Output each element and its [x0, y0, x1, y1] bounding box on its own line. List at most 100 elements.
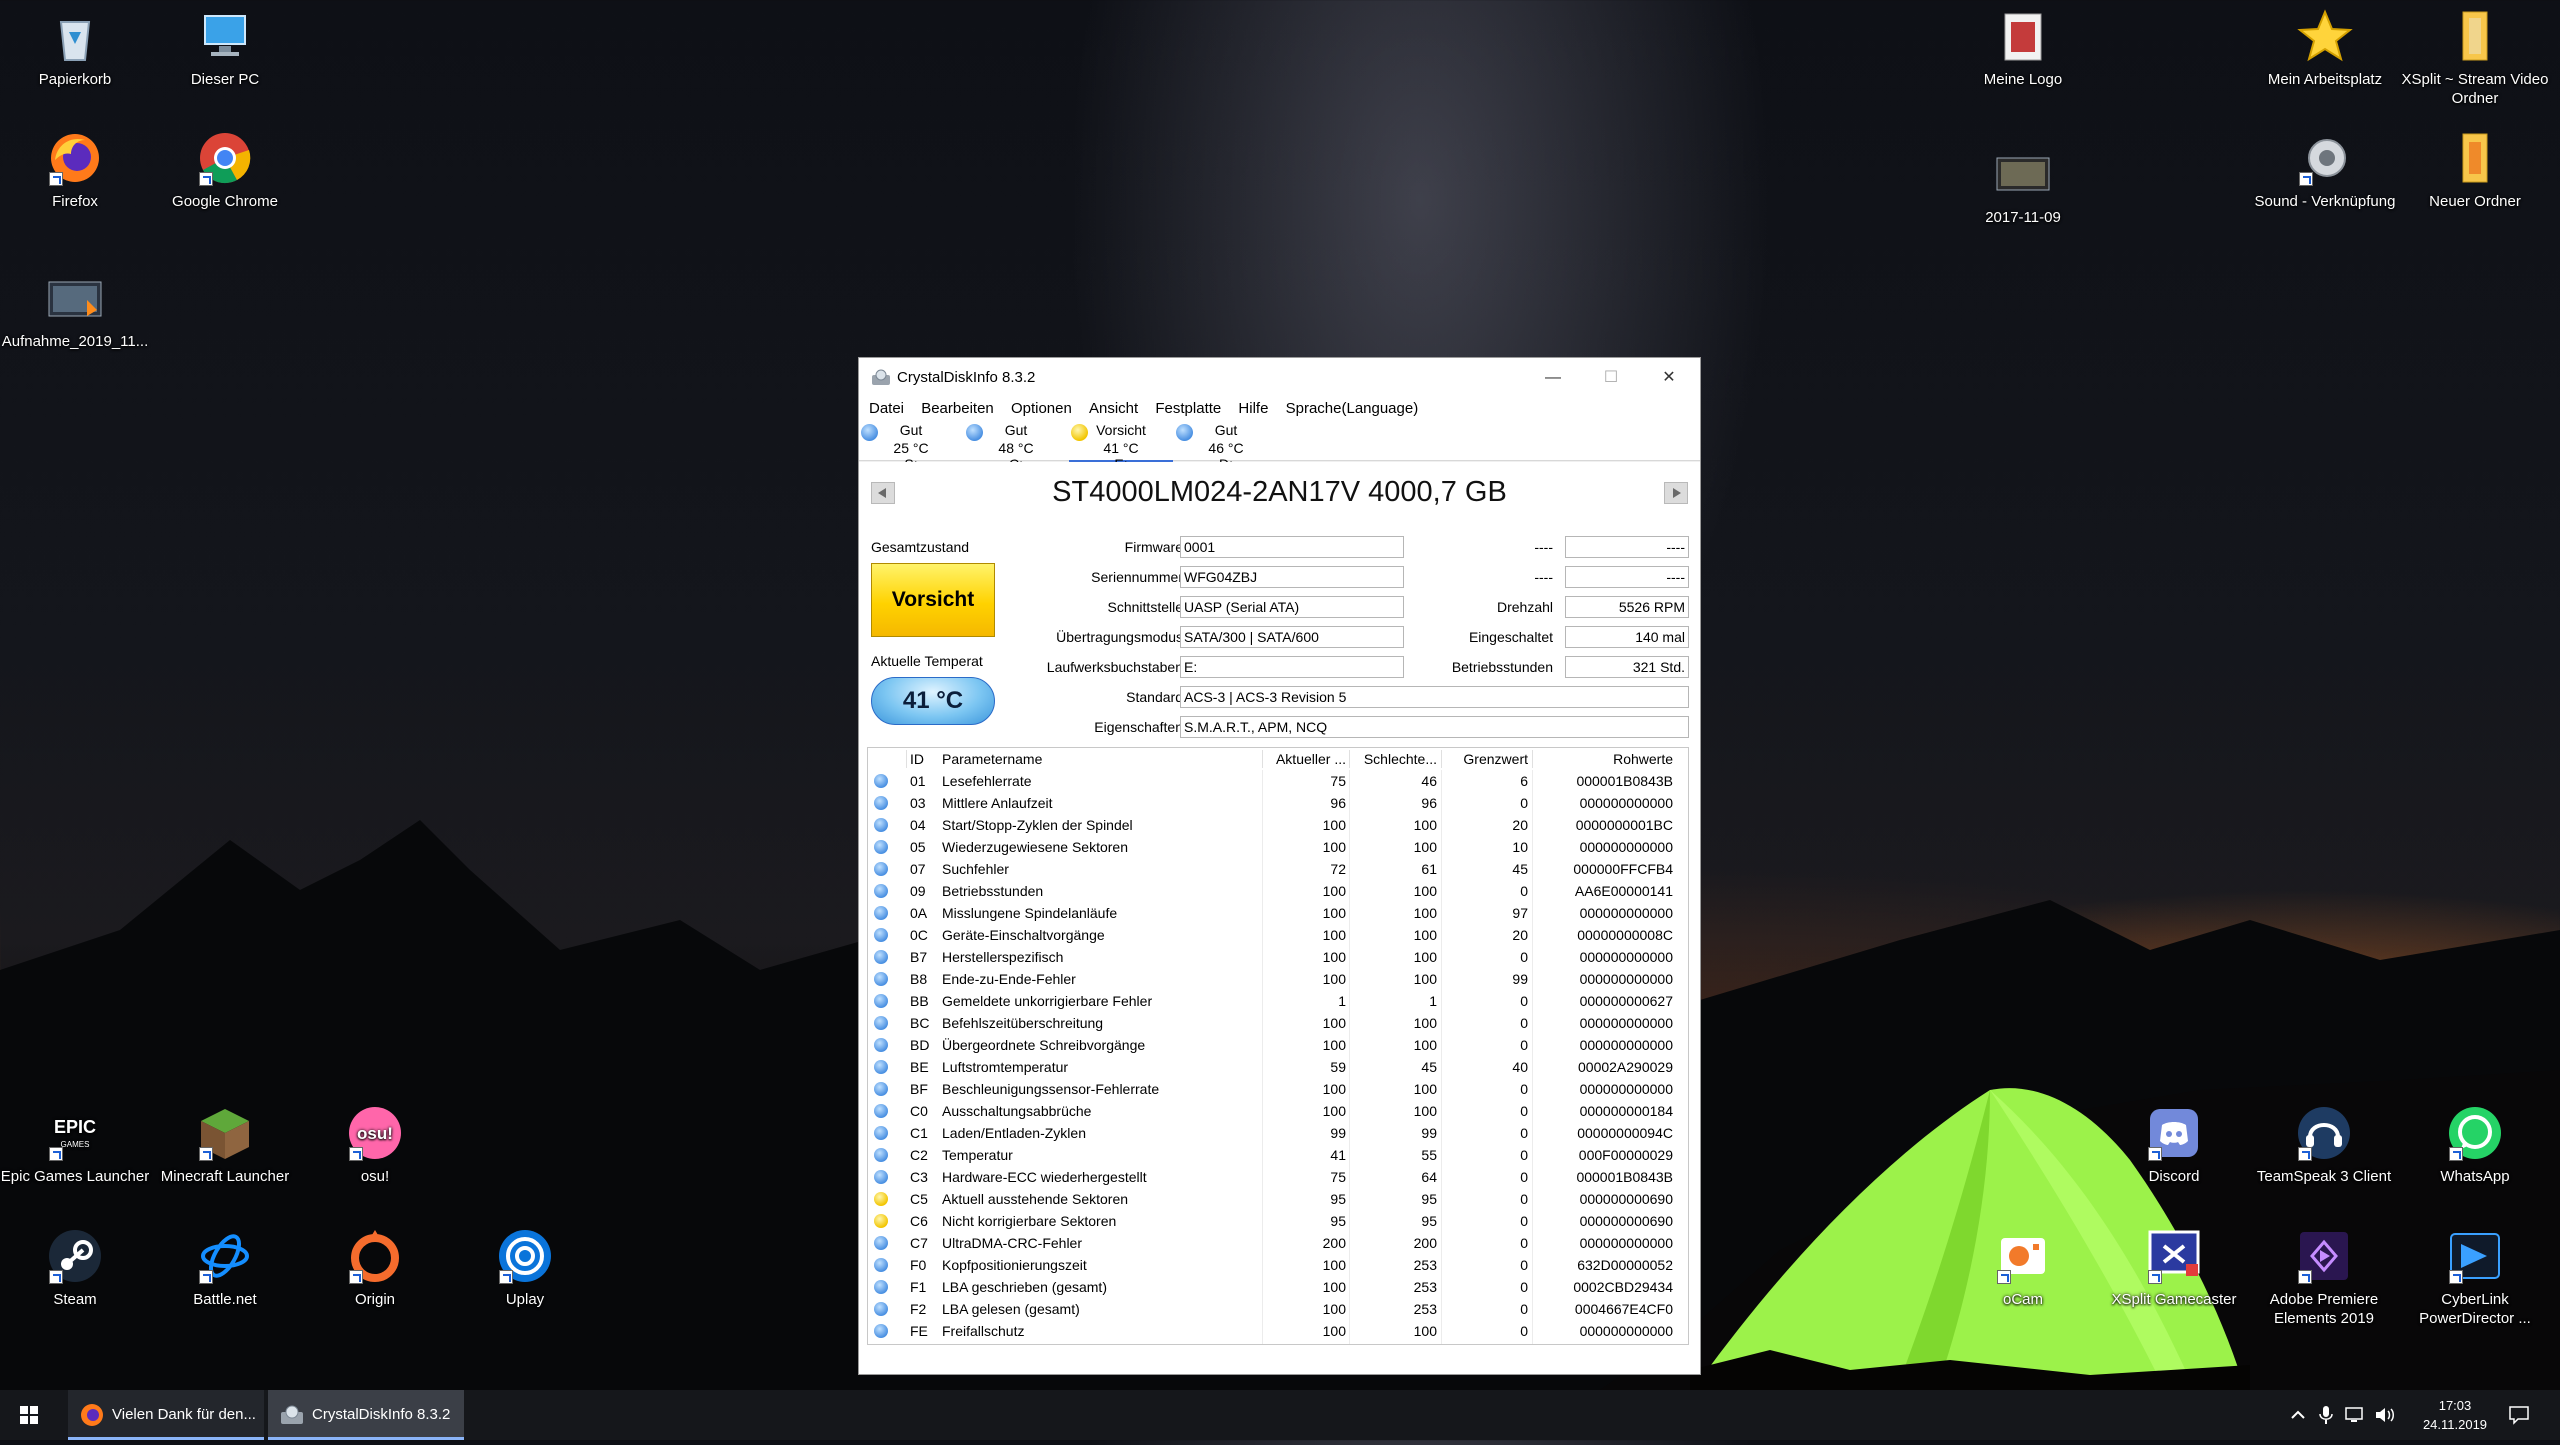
attribute-status-dot — [874, 818, 888, 832]
drive-tab-e[interactable]: Vorsicht 41 °C E: — [1069, 420, 1173, 472]
table-row[interactable]: FE Freifallschutz 100 100 0 000000000000 — [868, 1320, 1688, 1342]
smart-rows-body: 01 Lesefehlerrate 75 46 6 000001B0843B 03 Mittl… — [868, 770, 1688, 1342]
table-row[interactable]: C5 Aktuell ausstehende Sektoren 95 95 0 00000… — [868, 1188, 1688, 1210]
table-row[interactable]: C0 Ausschaltungsabbrüche 100 100 0 0000000001… — [868, 1100, 1688, 1122]
header-threshold[interactable]: Grenzwert — [1446, 748, 1528, 770]
table-row[interactable]: C2 Temperatur 41 55 0 000F00000029 — [868, 1144, 1688, 1166]
attribute-name: Suchfehler — [942, 861, 1009, 877]
table-row[interactable]: BC Befehlszeitüberschreitung 100 100 0 000000… — [868, 1012, 1688, 1034]
table-row[interactable]: 05 Wiederzugewiesene Sektoren 100 100 10 0000… — [868, 836, 1688, 858]
next-disk-button[interactable] — [1664, 482, 1688, 504]
desktop-icon-steam[interactable]: Steam — [0, 1228, 150, 1309]
transfer-mode-label: Übertragungsmodus — [1056, 629, 1183, 645]
table-row[interactable]: F1 LBA geschrieben (gesamt) 100 253 0 0002CBD… — [868, 1276, 1688, 1298]
header-id[interactable]: ID — [910, 748, 940, 770]
attribute-status-dot — [874, 994, 888, 1008]
menu-optionen[interactable]: Optionen — [1011, 398, 1072, 420]
table-row[interactable]: 01 Lesefehlerrate 75 46 6 000001B0843B — [868, 770, 1688, 792]
desktop-icon-premiere-elements[interactable]: Adobe Premiere Elements 2019 — [2249, 1228, 2399, 1328]
power-on-count-field: 140 mal — [1565, 626, 1689, 648]
table-row[interactable]: BD Übergeordnete Schreibvorgänge 100 100 0 00… — [868, 1034, 1688, 1056]
action-center-button[interactable] — [2508, 1404, 2530, 1429]
desktop-icon-new-folder[interactable]: Neuer Ordner — [2400, 130, 2550, 211]
table-row[interactable]: 03 Mittlere Anlaufzeit 96 96 0 000000000000 — [868, 792, 1688, 814]
header-parameter-name[interactable]: Parametername — [942, 748, 1262, 770]
desktop-icon-this-pc[interactable]: Dieser PC — [150, 8, 300, 89]
minimize-button[interactable]: — — [1524, 358, 1582, 398]
temperature-badge[interactable]: 41 °C — [871, 677, 995, 725]
table-row[interactable]: B8 Ende-zu-Ende-Fehler 100 100 99 00000000000… — [868, 968, 1688, 990]
volume-tray[interactable] — [2374, 1405, 2396, 1428]
taskbar-firefox-task[interactable]: Vielen Dank für den... — [68, 1390, 264, 1440]
taskbar-crystaldiskinfo-task[interactable]: CrystalDiskInfo 8.3.2 — [268, 1390, 464, 1440]
desktop-icon-discord[interactable]: Discord — [2099, 1105, 2249, 1186]
table-row[interactable]: 09 Betriebsstunden 100 100 0 AA6E00000141 — [868, 880, 1688, 902]
table-row[interactable]: C1 Laden/Entladen-Zyklen 99 99 0 00000000094C — [868, 1122, 1688, 1144]
table-row[interactable]: C3 Hardware-ECC wiederhergestellt 75 64 0 000… — [868, 1166, 1688, 1188]
header-worst[interactable]: Schlechte... — [1353, 748, 1437, 770]
desktop-icon-origin[interactable]: Origin — [300, 1228, 450, 1309]
desktop-icon-recycle-bin[interactable]: Papierkorb — [0, 8, 150, 89]
menu-hilfe[interactable]: Hilfe — [1238, 398, 1268, 420]
table-row[interactable]: BE Luftstromtemperatur 59 45 40 00002A290029 — [868, 1056, 1688, 1078]
desktop-icon-epic-games[interactable]: EPIC GAMES Epic Games Launcher — [0, 1105, 150, 1186]
table-row[interactable]: 0A Misslungene Spindelanläufe 100 100 97 0000… — [868, 902, 1688, 924]
drive-tab-c[interactable]: Gut 48 °C C: — [964, 420, 1068, 472]
attribute-worst: 99 — [1421, 1125, 1437, 1141]
table-row[interactable]: F2 LBA gelesen (gesamt) 100 253 0 0004667E4CF… — [868, 1298, 1688, 1320]
menu-sprache[interactable]: Sprache(Language) — [1286, 398, 1419, 420]
desktop-icon-xsplit-folder[interactable]: XSplit ~ Stream Video Ordner — [2400, 8, 2550, 108]
drive-tab-d[interactable]: Gut 46 °C D: — [1174, 420, 1278, 472]
menu-datei[interactable]: Datei — [869, 398, 904, 420]
desktop-icon-cyberlink[interactable]: CyberLink PowerDirector ... — [2400, 1228, 2550, 1328]
health-status-badge[interactable]: Vorsicht — [871, 563, 995, 637]
desktop-icon-ocam[interactable]: oCam — [1948, 1228, 2098, 1309]
attribute-id: BF — [910, 1081, 928, 1097]
table-row[interactable]: 07 Suchfehler 72 61 45 000000FFCFB4 — [868, 858, 1688, 880]
desktop-icon-firefox[interactable]: Firefox — [0, 130, 150, 211]
table-row[interactable]: F0 Kopfpositionierungszeit 100 253 0 632D0000… — [868, 1254, 1688, 1276]
desktop-icon-sound[interactable]: Sound - Verknüpfung — [2250, 130, 2400, 211]
network-tray[interactable] — [2344, 1405, 2364, 1428]
table-row[interactable]: 04 Start/Stopp-Zyklen der Spindel 100 100 20… — [868, 814, 1688, 836]
desktop-icon-recording[interactable]: Aufnahme_2019_11... — [0, 270, 150, 351]
title-bar[interactable]: CrystalDiskInfo 8.3.2 — ☐ ✕ — [859, 358, 1700, 398]
attribute-threshold: 0 — [1520, 949, 1528, 965]
clock[interactable]: 17:03 24.11.2019 — [2420, 1396, 2490, 1434]
table-row[interactable]: B7 Herstellerspezifisch 100 100 0 00000000000… — [868, 946, 1688, 968]
show-hidden-icons-chevron[interactable] — [2288, 1407, 2308, 1423]
maximize-button[interactable]: ☐ — [1582, 358, 1640, 398]
header-current[interactable]: Aktueller ... — [1266, 748, 1346, 770]
table-row[interactable]: C6 Nicht korrigierbare Sektoren 95 95 0 00000… — [868, 1210, 1688, 1232]
menu-festplatte[interactable]: Festplatte — [1155, 398, 1221, 420]
table-row[interactable]: BB Gemeldete unkorrigierbare Fehler 1 1 0 000… — [868, 990, 1688, 1012]
drive-tab-s[interactable]: Gut 25 °C S: — [859, 420, 963, 472]
desktop-icon-teamspeak[interactable]: TeamSpeak 3 Client — [2249, 1105, 2399, 1186]
header-raw-values[interactable]: Rohwerte — [1536, 748, 1673, 770]
desktop-icon-osu[interactable]: osu! osu! — [300, 1105, 450, 1186]
smart-attributes-table[interactable]: ID Parametername Aktueller ... Schlechte… — [867, 747, 1689, 1345]
desktop-icon-label: Origin — [354, 1291, 395, 1308]
menu-ansicht[interactable]: Ansicht — [1089, 398, 1138, 420]
teamspeak-icon — [2296, 1105, 2352, 1161]
desktop-icon-meine-logo[interactable]: Meine Logo — [1948, 8, 2098, 89]
attribute-name: Laden/Entladen-Zyklen — [942, 1125, 1086, 1141]
close-button[interactable]: ✕ — [1640, 358, 1698, 398]
desktop-icon-chrome[interactable]: Google Chrome — [150, 130, 300, 211]
table-row[interactable]: C7 UltraDMA-CRC-Fehler 200 200 0 000000000000 — [868, 1232, 1688, 1254]
desktop-icon-uplay[interactable]: Uplay — [450, 1228, 600, 1309]
attribute-current: 100 — [1322, 1037, 1346, 1053]
desktop-icon-battlenet[interactable]: Battle.net — [150, 1228, 300, 1309]
desktop-icon-xsplit-gamecaster[interactable]: XSplit Gamecaster — [2099, 1228, 2249, 1309]
microphone-tray[interactable] — [2318, 1405, 2334, 1428]
table-row[interactable]: BF Beschleunigungssensor-Fehlerrate 100 100… — [868, 1078, 1688, 1100]
attribute-name: Übergeordnete Schreibvorgänge — [942, 1037, 1146, 1053]
menu-bearbeiten[interactable]: Bearbeiten — [921, 398, 994, 420]
desktop-icon-whatsapp[interactable]: WhatsApp — [2400, 1105, 2550, 1186]
desktop-icon-workspace[interactable]: Mein Arbeitsplatz — [2250, 8, 2400, 89]
start-button[interactable] — [0, 1390, 58, 1440]
attribute-raw-value: AA6E00000141 — [1574, 883, 1673, 899]
desktop-icon-2017-11-09[interactable]: 2017-11-09 — [1948, 146, 2098, 227]
table-row[interactable]: 0C Geräte-Einschaltvorgänge 100 100 20 000000… — [868, 924, 1688, 946]
desktop-icon-minecraft[interactable]: Minecraft Launcher — [150, 1105, 300, 1186]
